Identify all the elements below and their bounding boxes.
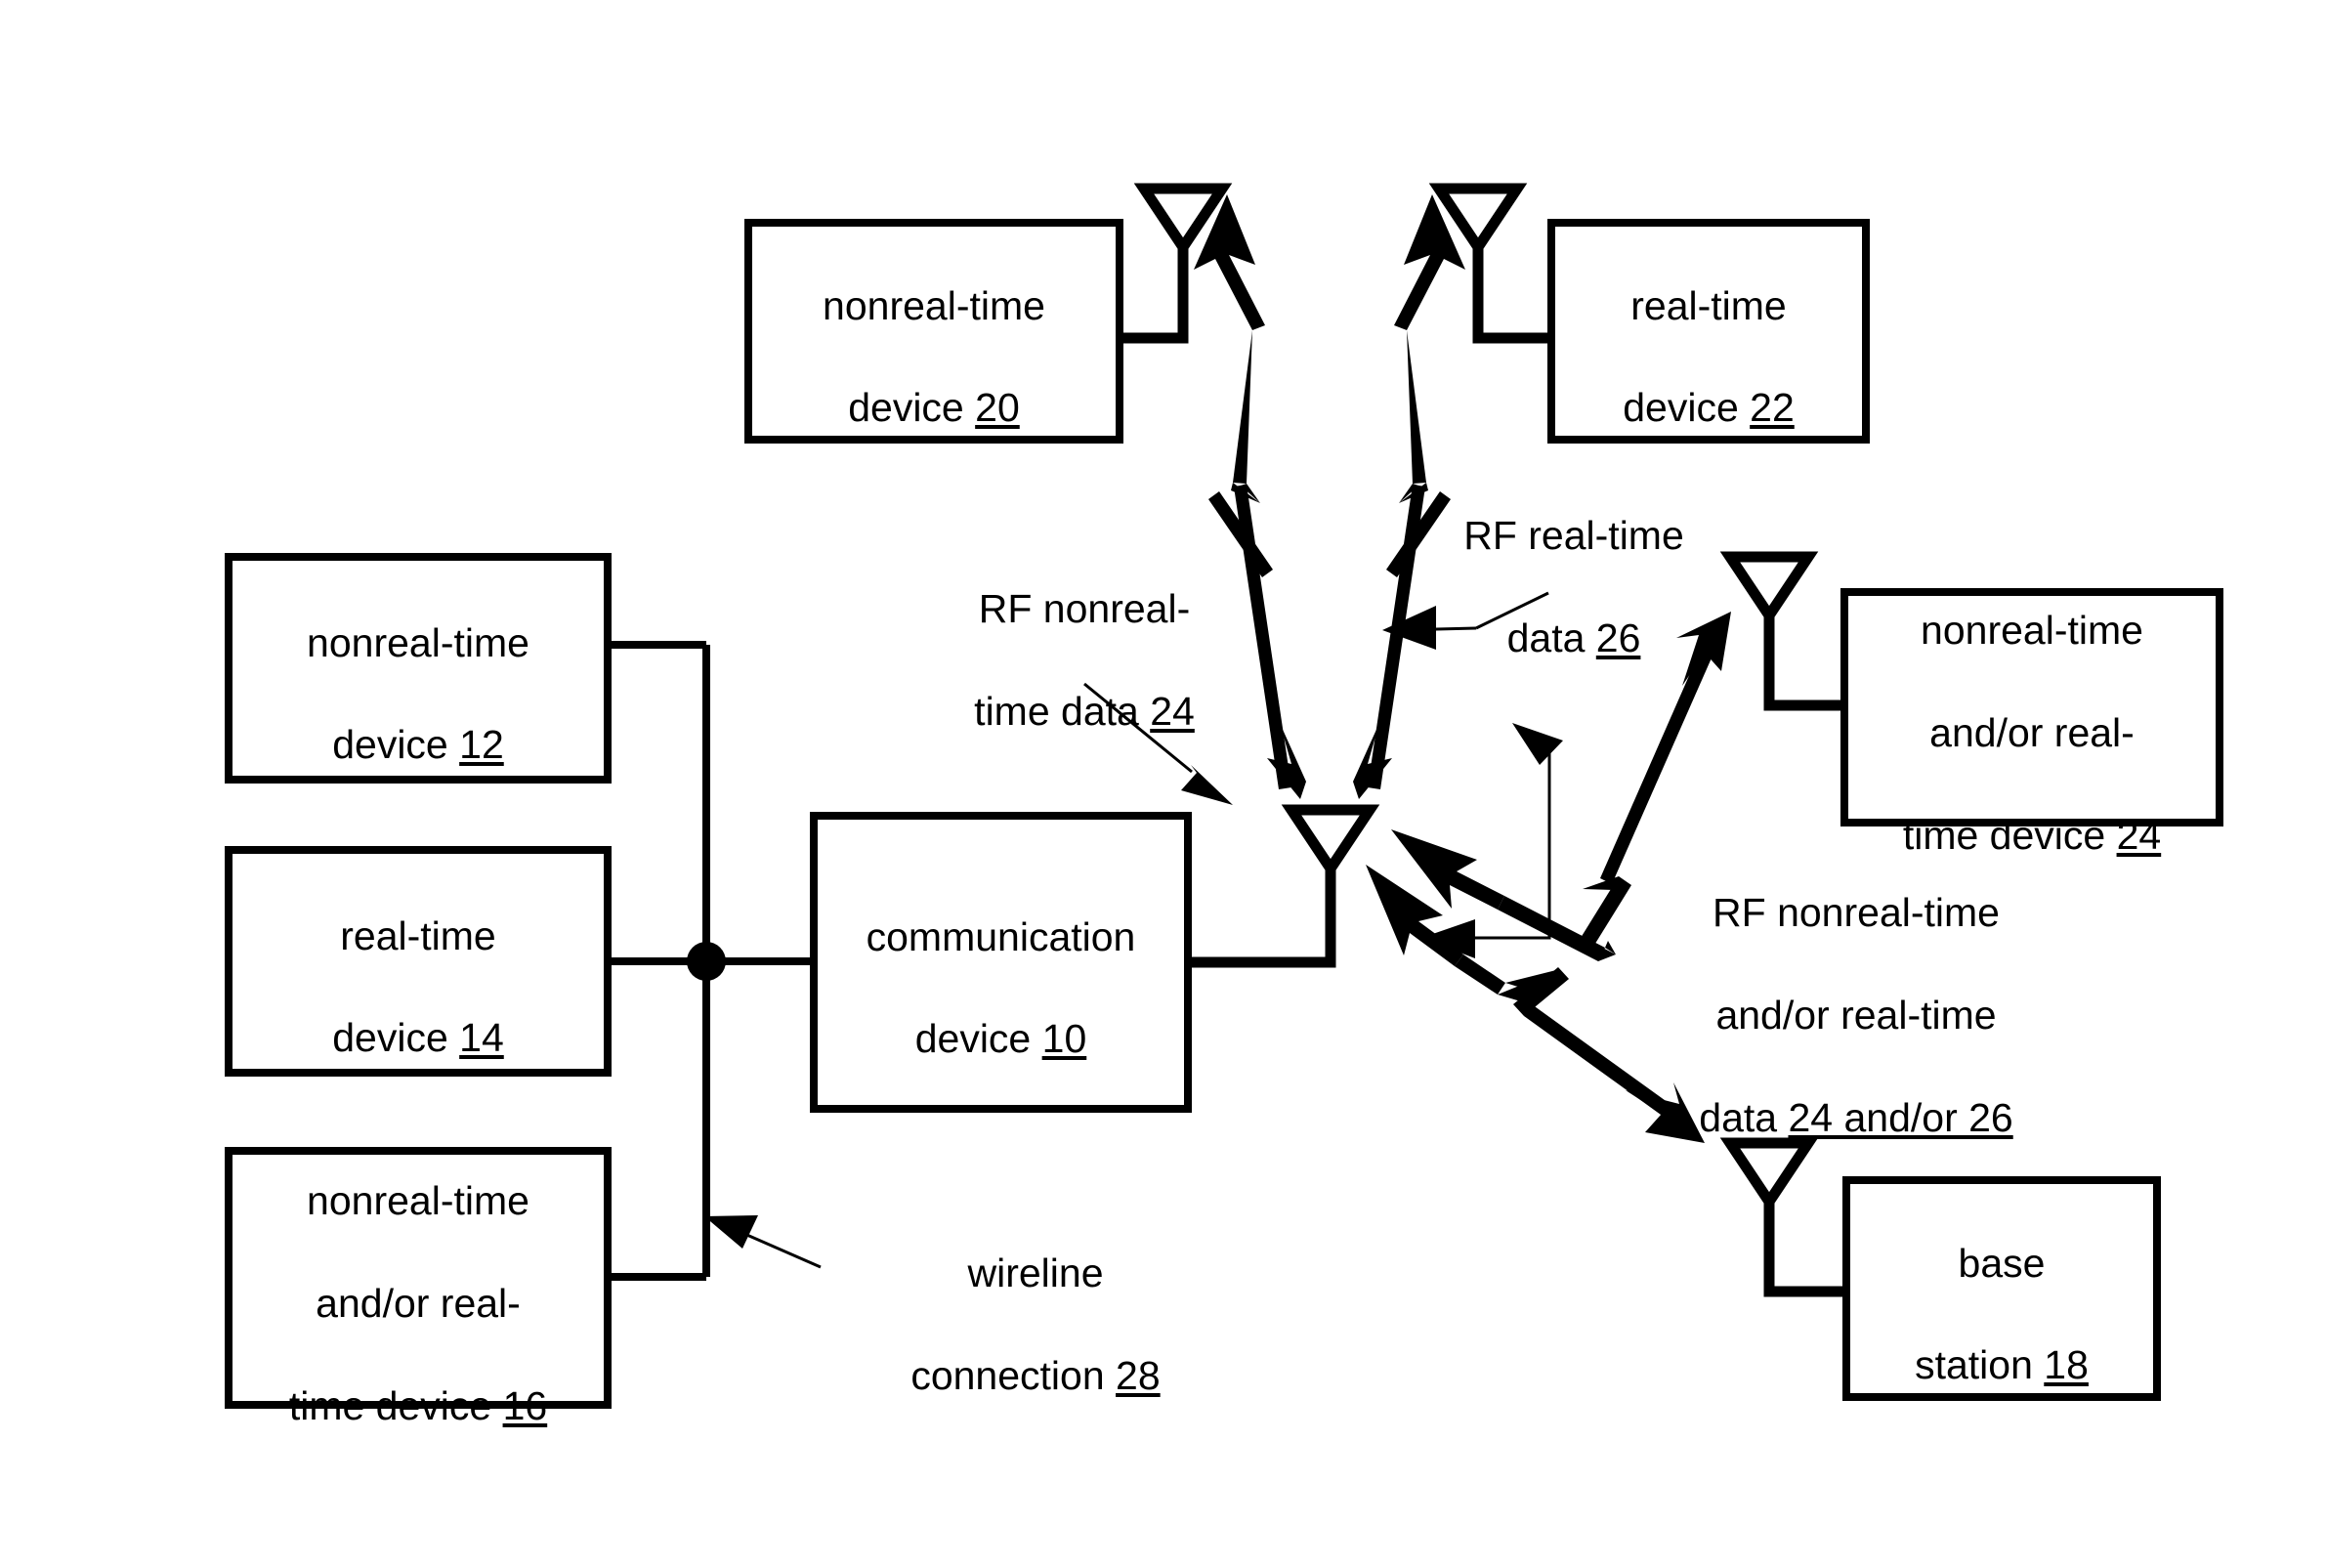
annotation-line-1: RF real-time	[1463, 513, 1684, 559]
reference-numeral: 18	[2044, 1342, 2089, 1388]
antenna-right-upper-icon	[1719, 551, 1844, 711]
leader-wireline-28	[704, 1215, 822, 1269]
label-nonreal-or-real-time-device-24: nonreal-time and/or real- time device 24	[1844, 592, 2220, 858]
reference-numeral: 26	[1595, 615, 1641, 661]
label-line-1: base	[1958, 1240, 2046, 1286]
label-nonreal-time-device-12: nonreal-time device 12	[229, 557, 608, 780]
antenna-right-lower-icon	[1719, 1137, 1846, 1297]
label-line-1: nonreal-time	[1921, 608, 2143, 654]
annotation-rf-real-time-data-26: RF real-time data 26	[1422, 459, 1725, 664]
reference-numeral: 20	[975, 385, 1020, 431]
label-line-2: and/or real-	[316, 1281, 521, 1326]
label-nonreal-or-real-time-device-16: nonreal-time and/or real- time device 16	[229, 1151, 608, 1428]
reference-numeral: 10	[1041, 1016, 1087, 1062]
annotation-line-2: connection	[910, 1353, 1117, 1399]
annotation-line-1: RF nonreal-time	[1713, 890, 2000, 936]
annotation-line-2: data	[1506, 615, 1596, 661]
annotation-rf-nonreal-time-data-24: RF nonreal- time data 24	[928, 532, 1241, 738]
label-line-1: nonreal-time	[307, 1178, 529, 1224]
reference-numeral: 16	[502, 1382, 548, 1428]
annotation-line-3: data	[1699, 1095, 1789, 1141]
label-line-2: and/or real-	[1929, 710, 2135, 755]
label-line-2: device	[1623, 385, 1751, 431]
annotation-line-2: time data	[974, 689, 1151, 735]
label-line-2: station	[1915, 1342, 2045, 1388]
annotation-line-1: RF nonreal-	[978, 586, 1191, 632]
label-line-1: communication	[866, 913, 1136, 959]
label-real-time-device-22: real-time device 22	[1551, 223, 1866, 440]
annotation-line-1: wireline	[967, 1250, 1104, 1296]
label-line-2: device	[848, 385, 976, 431]
label-base-station-18: base station 18	[1846, 1180, 2157, 1397]
annotation-rf-nonreal-and-or-real-time-data: RF nonreal-time and/or real-time data 24…	[1651, 836, 2061, 1144]
reference-numeral: 12	[459, 722, 504, 768]
label-nonreal-time-device-20: nonreal-time device 20	[748, 223, 1120, 440]
reference-numeral: 24 and/or 26	[1788, 1095, 2013, 1141]
label-line-1: real-time	[340, 912, 496, 958]
reference-numeral: 14	[459, 1015, 504, 1061]
label-communication-device-10: communication device 10	[814, 816, 1188, 1109]
annotation-line-2: and/or real-time	[1715, 993, 1997, 1038]
annotation-wireline-connection-28: wireline connection 28	[840, 1197, 1231, 1402]
reference-numeral: 24	[1150, 689, 1195, 735]
wireline-bus	[608, 641, 814, 1281]
wire-junction-dot-icon	[687, 942, 726, 981]
label-line-1: real-time	[1630, 282, 1787, 328]
patent-figure: nonreal-time device 20 real-time device …	[0, 0, 2326, 1568]
reference-numeral: 24	[2116, 812, 2162, 858]
reference-numeral: 22	[1750, 385, 1795, 431]
label-line-3: time device	[288, 1382, 503, 1428]
reference-numeral: 28	[1116, 1353, 1161, 1399]
label-line-2: device	[332, 722, 460, 768]
label-line-1: nonreal-time	[823, 282, 1045, 328]
antenna-top-left-icon	[1120, 183, 1233, 344]
label-real-time-device-14: real-time device 14	[229, 850, 608, 1073]
antenna-center-icon	[1188, 804, 1380, 968]
label-line-2: device	[332, 1015, 460, 1061]
label-line-1: nonreal-time	[307, 619, 529, 665]
label-line-2: device	[914, 1016, 1042, 1062]
